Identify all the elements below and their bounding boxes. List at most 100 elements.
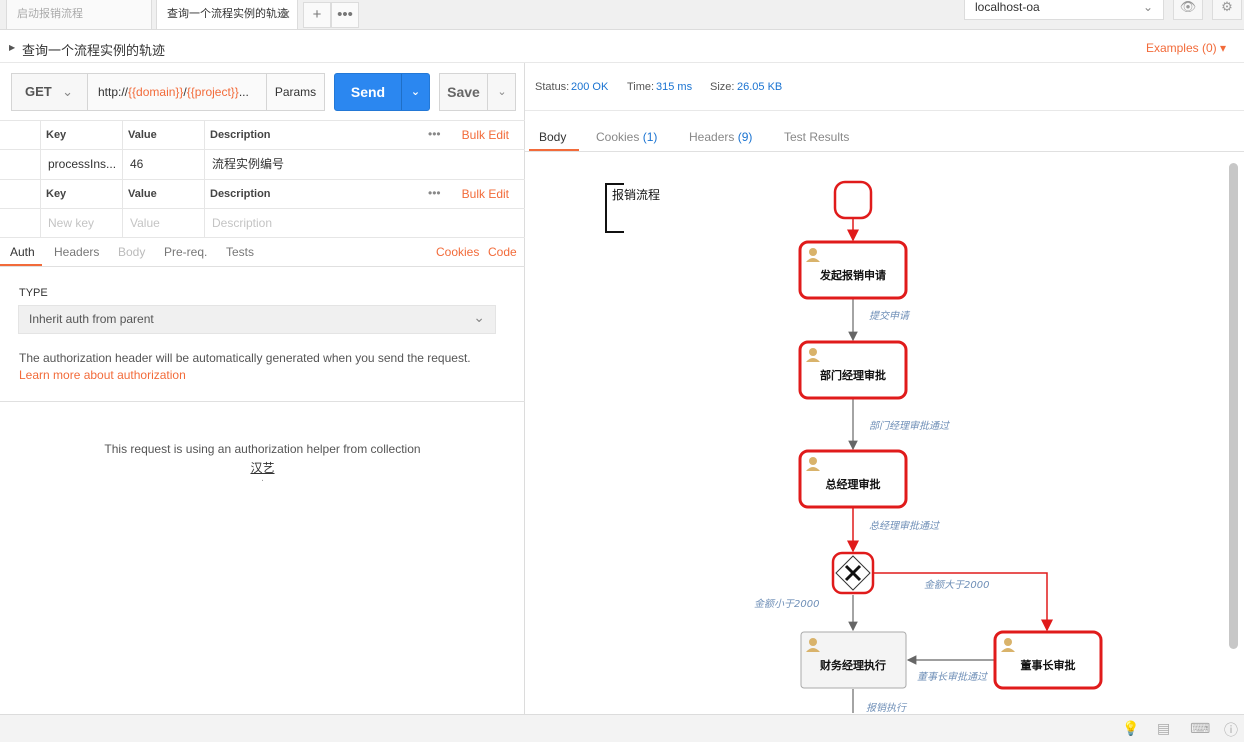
size-label: Size: <box>710 81 735 93</box>
task-label: 董事长审批 <box>1021 658 1076 672</box>
chevron-down-icon: ⌄ <box>1142 0 1153 14</box>
url-project-var: {{project}} <box>186 85 239 99</box>
cookies-tab-label: Cookies <box>596 130 640 144</box>
new-key-input[interactable]: New key <box>42 209 94 237</box>
save-label: Save <box>447 84 480 100</box>
tab-response-cookies[interactable]: Cookies (1) <box>596 130 657 144</box>
params-value-header: Value <box>128 129 157 141</box>
examples-dropdown[interactable]: Examples (0) ▾ <box>1146 41 1226 55</box>
task-label: 总经理审批 <box>826 477 881 491</box>
flow-label: 总经理审批通过 <box>869 520 940 532</box>
close-icon[interactable]: ✕ <box>280 0 291 29</box>
params-description-header: Description <box>210 129 271 141</box>
params-key-header: Key <box>46 129 67 141</box>
size-value[interactable]: 26.05 KB <box>737 81 782 93</box>
params-label: Params <box>274 85 317 99</box>
tab-test-results[interactable]: Test Results <box>784 130 849 144</box>
param-value-cell[interactable]: 46 <box>124 150 143 179</box>
tab-tests[interactable]: Tests <box>226 245 254 259</box>
response-status-bar: Status: 200 OK Time: 315 ms Size: 26.05 … <box>525 63 1244 111</box>
time-value[interactable]: 315 ms <box>656 81 692 93</box>
param-key-cell[interactable]: processIns... <box>42 150 116 179</box>
status-value[interactable]: 200 OK <box>571 81 608 93</box>
eye-icon[interactable]: 👁 <box>1173 0 1203 20</box>
environment-value: localhost-oa <box>975 0 1040 14</box>
environment-select[interactable]: localhost-oa ⌄ <box>964 0 1164 20</box>
send-dropdown-chevron-icon[interactable]: ⌄ <box>401 74 430 110</box>
more-icon: ••• <box>337 6 353 23</box>
task-chairman-approval: 董事长审批 <box>993 630 1103 690</box>
params-bulk-edit-link[interactable]: Bulk Edit <box>462 128 509 142</box>
keyboard-icon[interactable]: ⌨ <box>1190 720 1210 737</box>
process-diagram: 报销流程 发起报销申请 部门经理审批 总经理审批 财务经理执行 董事长审批 提交… <box>605 180 1103 713</box>
tab-start-reimbursement[interactable]: 启动报销流程 <box>6 0 152 30</box>
caret-right-icon[interactable]: ▶ <box>9 43 15 52</box>
divider <box>0 401 525 402</box>
response-tabs: Body Cookies (1) Headers (9) Test Result… <box>525 111 1244 152</box>
table-row[interactable]: New key Value Description <box>0 209 525 238</box>
method-value: GET <box>25 84 52 99</box>
save-button[interactable]: Save ⌄ <box>439 73 516 111</box>
table-row[interactable]: processIns... 46 流程实例编号 <box>0 150 525 180</box>
params-button[interactable]: Params <box>266 73 325 111</box>
lightbulb-icon[interactable]: 💡 <box>1122 720 1139 737</box>
time-label: Time: <box>627 81 655 93</box>
caret-down-icon: ▾ <box>1219 41 1226 55</box>
gear-icon[interactable]: ⚙ <box>1212 0 1242 20</box>
active-tab-underline <box>529 149 579 151</box>
tab-response-headers[interactable]: Headers (9) <box>689 130 752 144</box>
tab-query-instance-track[interactable]: 查询一个流程实例的轨迹 ✕ <box>156 0 298 30</box>
flow-label: 金额小于2000 <box>754 598 819 610</box>
tab-headers[interactable]: Headers <box>54 245 99 259</box>
flow-label: 提交申请 <box>869 310 911 322</box>
auth-type-select[interactable]: Inherit auth from parent ⌄ <box>18 305 496 334</box>
method-select[interactable]: GET ⌄ <box>11 73 88 111</box>
help-icon[interactable]: ⓘ <box>1224 720 1238 740</box>
status-label: Status: <box>535 81 570 93</box>
save-dropdown-chevron-icon[interactable]: ⌄ <box>488 74 516 110</box>
flow-label: 金额大于2000 <box>924 579 989 591</box>
tab-label: 启动报销流程 <box>17 8 83 20</box>
more-tabs-button[interactable]: ••• <box>331 2 359 28</box>
request-title-bar: ▶ 查询一个流程实例的轨迹 Examples (0) ▾ <box>0 31 1244 63</box>
task-label: 财务经理执行 <box>819 658 886 672</box>
send-button[interactable]: Send ⌄ <box>334 73 430 111</box>
cookies-link[interactable]: Cookies <box>436 245 479 259</box>
headers-tab-label: Headers <box>689 130 735 144</box>
headers-header-row: Key Value Description ••• Bulk Edit <box>0 180 525 209</box>
task-label: 发起报销申请 <box>819 268 886 282</box>
tab-label: 查询一个流程实例的轨迹 <box>167 8 288 20</box>
more-icon[interactable]: ••• <box>428 186 441 200</box>
headers-count: (9) <box>737 130 753 144</box>
user-task-icon <box>809 348 817 356</box>
more-icon[interactable]: ••• <box>428 127 441 141</box>
new-tab-button[interactable]: + <box>303 2 331 28</box>
two-pane-icon[interactable]: ▤ <box>1157 720 1170 737</box>
task-general-manager-approval: 总经理审批 <box>798 449 908 509</box>
code-link[interactable]: Code <box>488 245 517 259</box>
tab-auth[interactable]: Auth <box>10 245 35 259</box>
tab-response-body[interactable]: Body <box>539 130 566 144</box>
auth-type-label: TYPE <box>19 287 48 299</box>
url-input[interactable]: http://{{domain}}/{{project}}... <box>87 73 267 111</box>
param-description-cell[interactable]: 流程实例编号 <box>206 150 284 179</box>
learn-more-link[interactable]: Learn more about authorization <box>19 368 186 382</box>
plus-icon: + <box>312 6 322 23</box>
new-description-input[interactable]: Description <box>206 209 272 237</box>
url-prefix: http:// <box>98 85 129 99</box>
tab-prereq[interactable]: Pre-req. <box>164 245 207 259</box>
headers-bulk-edit-link[interactable]: Bulk Edit <box>462 187 509 201</box>
send-label: Send <box>350 84 386 100</box>
start-event <box>833 180 873 220</box>
tab-body[interactable]: Body <box>118 245 145 259</box>
pool-label: 报销流程 <box>612 187 660 202</box>
status-bar: 💡 ▤ ⌨ ⓘ <box>0 714 1244 742</box>
new-value-input[interactable]: Value <box>124 209 160 237</box>
request-tabs: Auth Headers Body Pre-req. Tests Cookies… <box>0 237 525 267</box>
headers-value-header: Value <box>128 188 157 200</box>
request-title: 查询一个流程实例的轨迹 <box>22 43 166 58</box>
url-bar: GET ⌄ http://{{domain}}/{{project}}... Pa… <box>0 63 525 119</box>
exclusive-gateway <box>831 551 875 595</box>
response-scrollbar[interactable] <box>1229 163 1238 649</box>
cookies-count: (1) <box>642 130 658 144</box>
